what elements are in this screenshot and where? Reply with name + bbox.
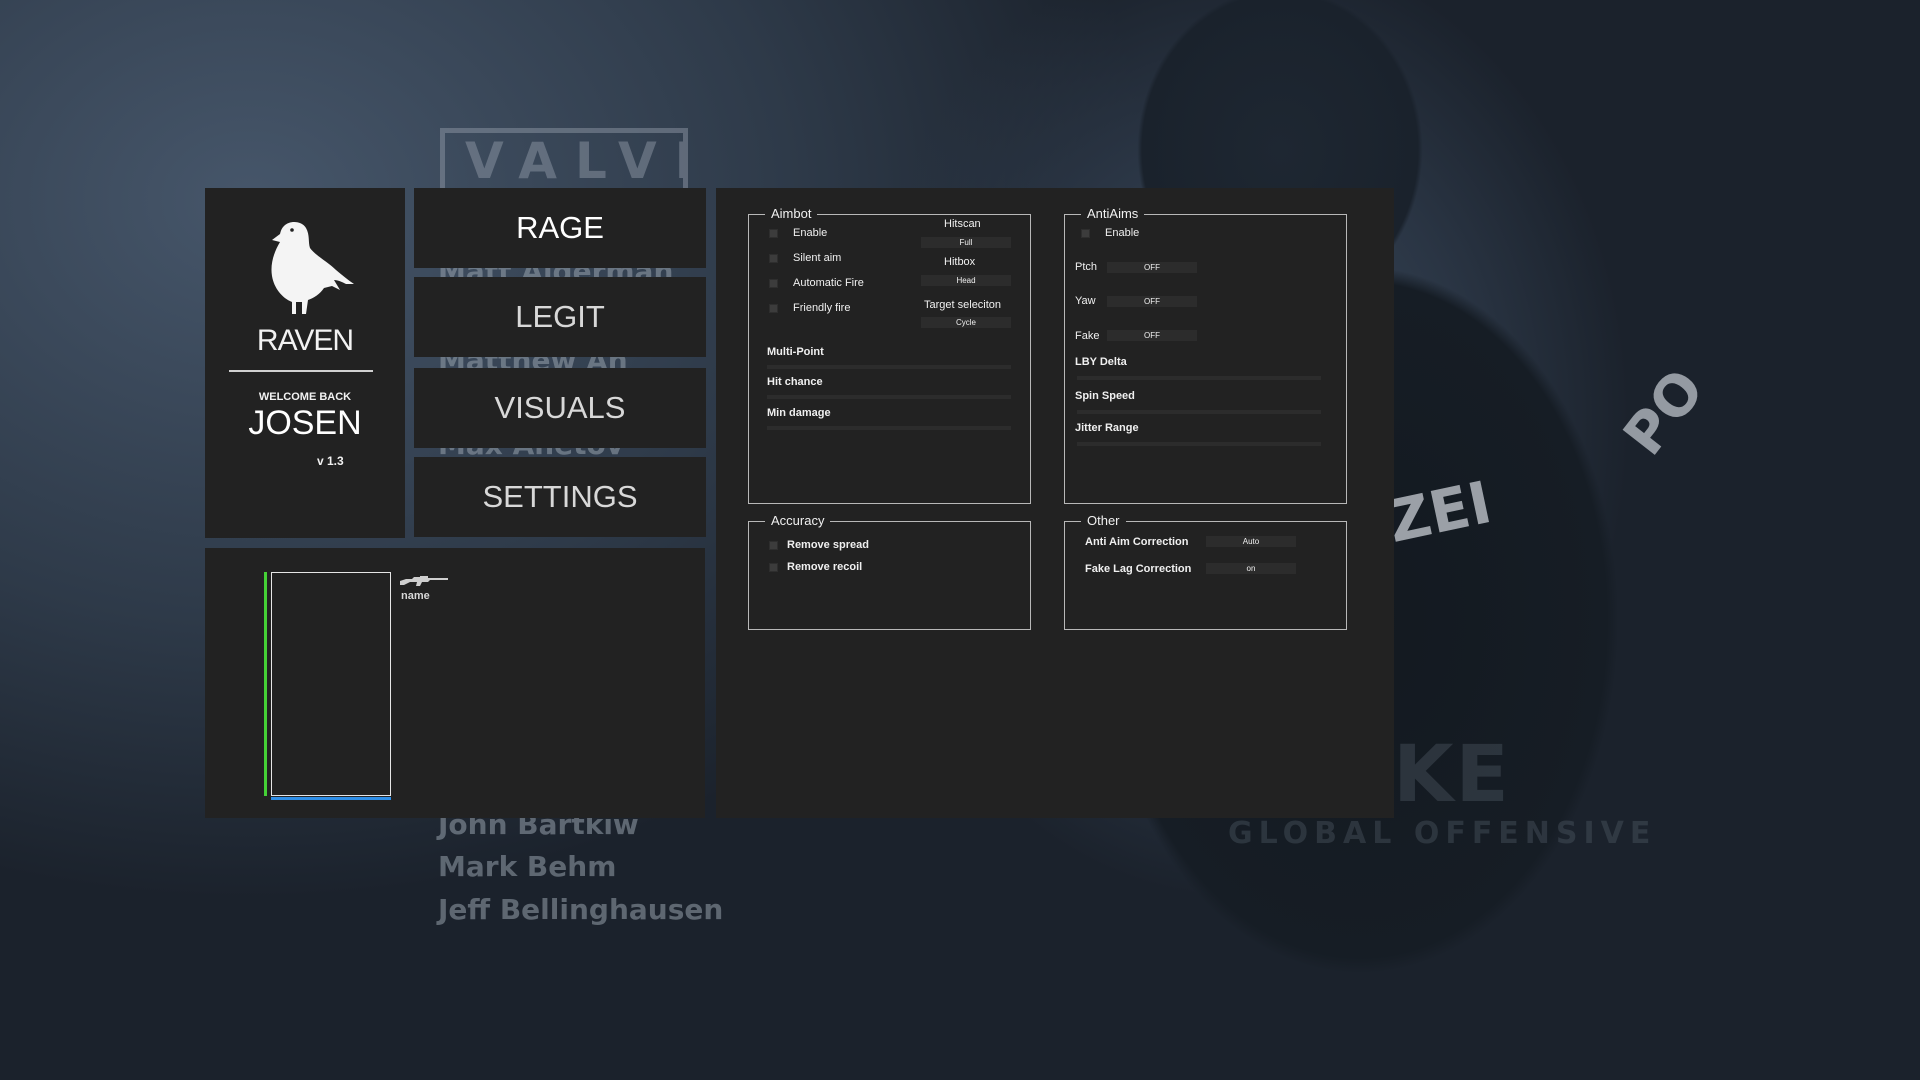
fake-lag-correction-dropdown[interactable]: on — [1206, 563, 1296, 574]
min-damage-slider[interactable] — [767, 426, 1011, 430]
antiaims-enable-label: Enable — [1105, 227, 1140, 239]
remove-recoil-checkbox[interactable] — [769, 563, 778, 572]
anti-aim-correction-label: Anti Aim Correction — [1085, 536, 1189, 548]
background-polizei-text: ZEI — [1382, 468, 1498, 556]
hitscan-label: Hitscan — [944, 218, 981, 230]
remove-spread-label: Remove spread — [787, 539, 869, 551]
automatic-fire-label: Automatic Fire — [793, 277, 864, 289]
remove-spread-checkbox[interactable] — [769, 541, 778, 550]
jitter-range-label: Jitter Range — [1075, 422, 1139, 434]
aimbot-group: Aimbot Enable Silent aim Automatic Fire … — [748, 206, 1031, 504]
esp-preview-box — [271, 572, 391, 796]
spin-speed-label: Spin Speed — [1075, 390, 1135, 402]
background-valve-logo: VALVE — [440, 128, 688, 194]
target-selection-label: Target seleciton — [924, 299, 1002, 311]
yaw-dropdown[interactable]: OFF — [1107, 296, 1197, 307]
rifle-icon — [400, 576, 448, 586]
background-credit: Mark Behm — [438, 850, 617, 883]
antiaims-title: AntiAims — [1081, 206, 1145, 221]
aimbot-enable-checkbox[interactable] — [769, 229, 778, 238]
other-title: Other — [1081, 513, 1126, 528]
username: JOSEN — [248, 404, 362, 442]
hitscan-dropdown[interactable]: Full — [921, 237, 1011, 248]
lby-delta-slider[interactable] — [1077, 376, 1321, 380]
friendly-fire-checkbox[interactable] — [769, 304, 778, 313]
silent-aim-label: Silent aim — [793, 252, 842, 264]
esp-preview-panel: name — [205, 548, 705, 818]
aimbot-title: Aimbot — [765, 206, 818, 221]
accuracy-group: Accuracy Remove spread Remove recoil — [748, 513, 1031, 630]
antiaims-group: AntiAims Enable Ptch OFF Yaw OFF Fake OF… — [1064, 206, 1347, 504]
brand-panel: RAVEN WELCOME BACK JOSEN v 1.3 — [205, 188, 405, 538]
fake-lag-correction-label: Fake Lag Correction — [1085, 563, 1192, 575]
accuracy-title: Accuracy — [765, 513, 831, 528]
tab-settings[interactable]: SETTINGS — [414, 457, 706, 537]
brand-name: RAVEN — [256, 324, 354, 357]
silent-aim-checkbox[interactable] — [769, 254, 778, 263]
spin-speed-slider[interactable] — [1077, 410, 1321, 414]
yaw-label: Yaw — [1075, 295, 1096, 307]
tab-rage[interactable]: RAGE — [414, 188, 706, 268]
multi-point-slider[interactable] — [767, 365, 1011, 369]
hit-chance-label: Hit chance — [767, 376, 823, 388]
hitbox-dropdown[interactable]: Head — [921, 275, 1011, 286]
multi-point-label: Multi-Point — [767, 346, 824, 358]
aimbot-enable-label: Enable — [793, 227, 828, 239]
weapon-name: name — [401, 590, 430, 602]
pitch-label: Ptch — [1075, 261, 1098, 273]
welcome-text: WELCOME BACK — [258, 391, 352, 403]
fake-dropdown[interactable]: OFF — [1107, 330, 1197, 341]
background-global-offensive-text: GLOBAL OFFENSIVE — [1228, 816, 1657, 851]
lby-delta-label: LBY Delta — [1075, 356, 1127, 368]
tab-legit[interactable]: LEGIT — [414, 277, 706, 357]
anti-aim-correction-dropdown[interactable]: Auto — [1206, 536, 1296, 547]
min-damage-label: Min damage — [767, 407, 831, 419]
antiaims-enable-checkbox[interactable] — [1081, 229, 1090, 238]
hit-chance-slider[interactable] — [767, 395, 1011, 399]
jitter-range-slider[interactable] — [1077, 442, 1321, 446]
raven-icon — [271, 222, 354, 314]
fake-label: Fake — [1075, 330, 1100, 342]
pitch-dropdown[interactable]: OFF — [1107, 262, 1197, 273]
brand-divider — [229, 370, 373, 372]
armor-bar — [271, 797, 391, 800]
rage-settings-panel: Aimbot Enable Silent aim Automatic Fire … — [716, 188, 1394, 818]
hitbox-label: Hitbox — [944, 256, 976, 268]
tab-visuals[interactable]: VISUALS — [414, 368, 706, 448]
health-bar — [264, 572, 267, 796]
other-group: Other Anti Aim Correction Auto Fake Lag … — [1064, 513, 1347, 630]
background-credit: Jeff Bellinghausen — [438, 893, 724, 926]
target-selection-dropdown[interactable]: Cycle — [921, 317, 1011, 328]
automatic-fire-checkbox[interactable] — [769, 279, 778, 288]
background-polizei-shoulder-text: PO — [1611, 357, 1718, 468]
version-label: v 1.3 — [317, 454, 344, 468]
remove-recoil-label: Remove recoil — [787, 561, 863, 573]
friendly-fire-label: Friendly fire — [793, 302, 851, 314]
